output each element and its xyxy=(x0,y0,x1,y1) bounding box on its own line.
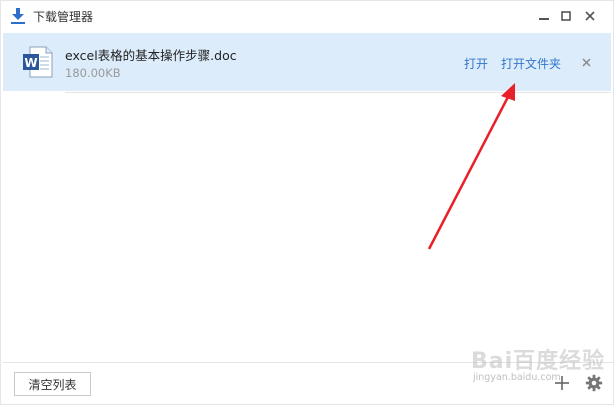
minimize-icon xyxy=(539,18,549,20)
watermark-main: Bai百度经验 xyxy=(471,349,606,374)
svg-text:W: W xyxy=(24,56,37,70)
download-list-item[interactable]: W excel表格的基本操作步骤.doc 180.00KB 打开 打开文件夹 xyxy=(3,33,611,91)
open-folder-link[interactable]: 打开文件夹 xyxy=(501,55,561,72)
watermark-sub: jingyan.baidu.com xyxy=(473,372,561,383)
maximize-icon xyxy=(561,11,571,21)
close-icon xyxy=(585,11,595,21)
download-manager-window: 下载管理器 W excel表格的基本操作步骤.doc 180.00KB 打开 打… xyxy=(0,0,614,405)
file-size: 180.00KB xyxy=(65,66,121,80)
maximize-button[interactable] xyxy=(557,7,575,25)
title-bar[interactable]: 下载管理器 xyxy=(1,1,613,31)
close-button[interactable] xyxy=(581,7,599,25)
file-name: excel表格的基本操作步骤.doc xyxy=(65,48,237,63)
settings-button[interactable] xyxy=(585,374,603,392)
download-arrow-icon xyxy=(11,8,25,24)
add-download-button[interactable] xyxy=(553,374,571,392)
gear-icon xyxy=(585,374,603,392)
minimize-button[interactable] xyxy=(535,7,553,25)
remove-item-button[interactable] xyxy=(578,54,594,70)
window-title: 下载管理器 xyxy=(33,10,94,24)
clear-list-button[interactable]: 清空列表 xyxy=(14,372,91,396)
word-doc-icon: W xyxy=(23,46,53,78)
item-divider xyxy=(65,92,611,93)
plus-icon xyxy=(555,376,569,390)
open-file-link[interactable]: 打开 xyxy=(464,55,488,72)
close-icon xyxy=(581,57,591,67)
